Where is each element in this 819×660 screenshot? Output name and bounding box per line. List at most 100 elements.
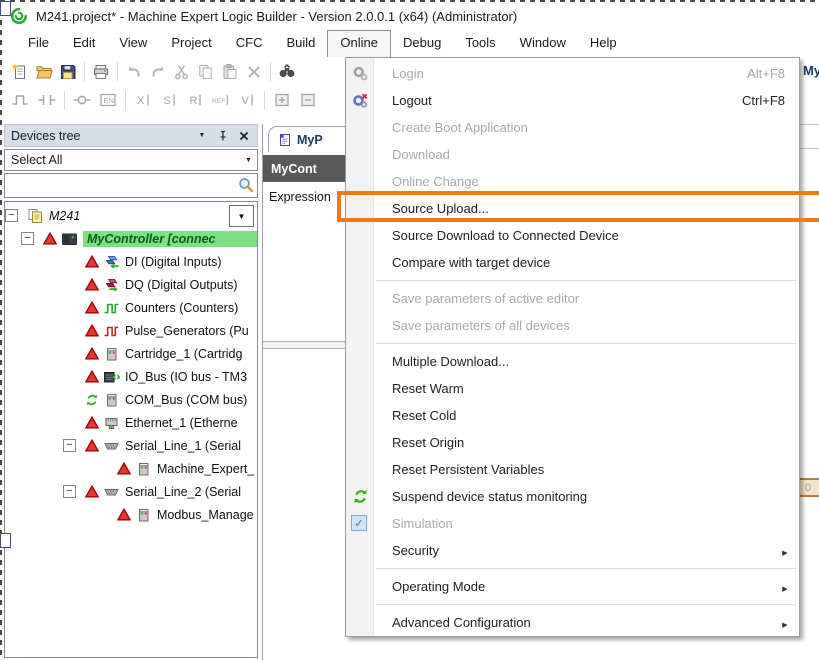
coil-icon[interactable] (70, 90, 94, 110)
menubar-item-online[interactable]: Online (327, 30, 391, 57)
open-folder-icon[interactable] (33, 61, 55, 83)
tree-item[interactable]: Serial_Line_1 (Serial (5, 434, 257, 457)
tree-toggle-icon[interactable] (21, 232, 34, 245)
tree-toggle-icon[interactable] (63, 485, 76, 498)
menu-item-label: Logout (392, 93, 742, 108)
copy-icon[interactable] (195, 61, 217, 83)
menu-item-multiple-download[interactable]: Multiple Download... (346, 348, 799, 375)
menubar-item-file[interactable]: File (16, 30, 61, 57)
menu-item-save-parameters-of-all-devices[interactable]: Save parameters of all devices (346, 312, 799, 339)
redo-icon[interactable] (147, 61, 169, 83)
combo-dropdown-icon[interactable] (240, 150, 257, 170)
menu-item-reset-origin[interactable]: Reset Origin (346, 429, 799, 456)
menu-item-label: Reset Warm (392, 381, 799, 396)
menu-item-suspend-device-status-monitoring[interactable]: Suspend device status monitoring (346, 483, 799, 510)
menu-item-operating-mode[interactable]: Operating Mode (346, 573, 799, 600)
remove-block-icon[interactable] (296, 90, 320, 110)
tree-item[interactable]: IO_Bus (IO bus - TM3 (5, 365, 257, 388)
contact-icon[interactable] (35, 90, 59, 110)
pou-icon (278, 133, 292, 147)
search-icon[interactable] (237, 176, 254, 196)
save-icon[interactable] (57, 61, 79, 83)
menu-bar: FileEditViewProjectCFCBuildOnlineDebugTo… (0, 30, 819, 57)
paste-icon[interactable] (219, 61, 241, 83)
tree-toggle-icon[interactable] (5, 209, 18, 222)
tree-item[interactable]: Machine_Expert_ (5, 457, 257, 480)
menu-separator (376, 339, 796, 348)
menu-item-source-download-to-connected-device[interactable]: Source Download to Connected Device (346, 222, 799, 249)
menu-item-label: Suspend device status monitoring (392, 489, 799, 504)
undo-icon[interactable] (123, 61, 145, 83)
menu-item-label: Reset Origin (392, 435, 799, 450)
menu-item-compare-with-target-device[interactable]: Compare with target device (346, 249, 799, 276)
menubar-item-help[interactable]: Help (578, 30, 629, 57)
menu-item-label: Advanced Configuration (392, 615, 777, 630)
toolbar-separator (264, 91, 265, 110)
menu-item-download[interactable]: Download (346, 141, 799, 168)
set-icon[interactable]: S (157, 90, 181, 110)
menu-item-label: Operating Mode (392, 579, 777, 594)
menu-item-advanced-configuration[interactable]: Advanced Configuration (346, 609, 799, 636)
add-block-icon[interactable] (270, 90, 294, 110)
editor-splitter[interactable] (263, 341, 346, 349)
menubar-item-project[interactable]: Project (159, 30, 223, 57)
menu-item-save-parameters-of-active-editor[interactable]: Save parameters of active editor (346, 285, 799, 312)
panel-menu-chevron-icon[interactable] (193, 127, 211, 144)
svg-text:REF: REF (212, 98, 226, 105)
ref-icon[interactable]: REF (209, 90, 233, 110)
tree-item[interactable]: DI (Digital Inputs) (5, 250, 257, 273)
tree-toggle-icon[interactable] (63, 439, 76, 452)
menu-item-label: Online Change (392, 174, 799, 189)
menubar-item-cfc[interactable]: CFC (224, 30, 275, 57)
menu-item-logout[interactable]: LogoutCtrl+F8 (346, 87, 799, 114)
negate-icon[interactable]: X (131, 90, 155, 110)
reset-icon[interactable]: R (183, 90, 207, 110)
menu-item-reset-cold[interactable]: Reset Cold (346, 402, 799, 429)
menubar-item-debug[interactable]: Debug (391, 30, 453, 57)
delete-icon[interactable] (243, 61, 265, 83)
tree-item[interactable]: COM_Bus (COM bus) (5, 388, 257, 411)
en-block-icon[interactable]: EN (96, 90, 120, 110)
tree-item[interactable]: Counters (Counters) (5, 296, 257, 319)
menu-item-label: Save parameters of active editor (392, 291, 799, 306)
toolbar-separator (117, 62, 118, 81)
tree-item[interactable]: Pulse_Generators (Pu (5, 319, 257, 342)
tree-item[interactable]: Modbus_Manage (5, 503, 257, 526)
menubar-item-view[interactable]: View (107, 30, 159, 57)
warning-icon (43, 232, 57, 245)
menubar-item-build[interactable]: Build (275, 30, 328, 57)
tree-item[interactable]: DQ (Digital Outputs) (5, 273, 257, 296)
toolbar-separator (270, 62, 271, 81)
tree-item[interactable]: M241 (5, 204, 257, 227)
close-icon[interactable] (235, 127, 253, 144)
menu-item-icon (351, 613, 369, 631)
pin-icon[interactable] (214, 127, 232, 144)
menubar-item-window[interactable]: Window (508, 30, 578, 57)
new-document-icon[interactable] (9, 61, 31, 83)
find-icon[interactable] (276, 61, 298, 83)
menubar-item-edit[interactable]: Edit (61, 30, 107, 57)
tree-item[interactable]: MyController [connec (5, 227, 257, 250)
tree-item[interactable]: Serial_Line_2 (Serial (5, 480, 257, 503)
print-icon[interactable] (90, 61, 112, 83)
search-input[interactable] (5, 173, 237, 198)
menu-item-reset-warm[interactable]: Reset Warm (346, 375, 799, 402)
network-icon[interactable] (9, 90, 33, 110)
menu-item-label: Source Download to Connected Device (392, 228, 799, 243)
tree-item[interactable]: Cartridge_1 (Cartridg (5, 342, 257, 365)
device-filter-combo[interactable]: Select All (4, 149, 258, 171)
refresh-icon (351, 487, 369, 505)
tree-item[interactable]: Ethernet_1 (Etherne (5, 411, 257, 434)
menu-item-login[interactable]: LoginAlt+F8 (346, 60, 799, 87)
tree-item-label: Modbus_Manage (157, 508, 254, 522)
tree-dropdown-button[interactable] (229, 205, 254, 227)
cut-icon[interactable] (171, 61, 193, 83)
menu-item-simulation[interactable]: Simulation (346, 510, 799, 537)
menu-item-create-boot-application[interactable]: Create Boot Application (346, 114, 799, 141)
menu-item-label: Reset Persistent Variables (392, 462, 799, 477)
menu-item-reset-persistent-variables[interactable]: Reset Persistent Variables (346, 456, 799, 483)
branch-icon[interactable]: V (235, 90, 259, 110)
menubar-item-tools[interactable]: Tools (453, 30, 507, 57)
tab-mypou[interactable]: MyP (268, 126, 346, 152)
menu-item-security[interactable]: Security (346, 537, 799, 564)
